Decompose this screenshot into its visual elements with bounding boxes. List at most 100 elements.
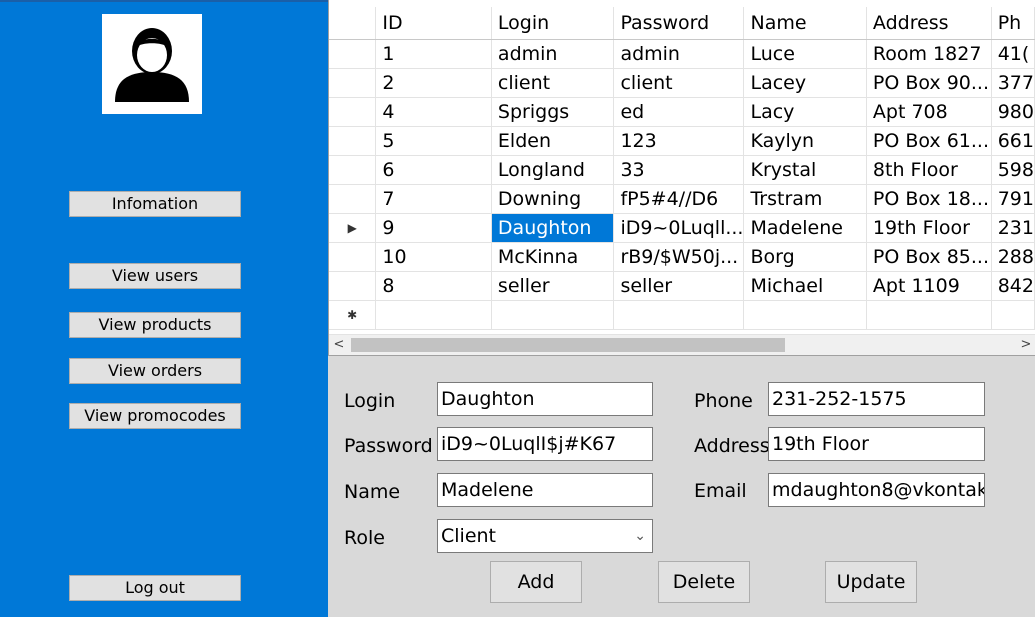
horizontal-scrollbar[interactable]: < >: [329, 334, 1035, 355]
delete-button[interactable]: Delete: [658, 561, 750, 603]
cell-address[interactable]: 8th Floor: [866, 155, 992, 185]
cell-phone[interactable]: 598: [991, 155, 1035, 185]
cell-login[interactable]: Longland: [491, 155, 615, 185]
table-row[interactable]: 2 client client Lacey PO Box 90... 377: [329, 68, 1035, 98]
row-header[interactable]: [329, 39, 377, 69]
cell-name[interactable]: Borg: [743, 242, 867, 272]
row-header[interactable]: [329, 271, 377, 301]
cell-name[interactable]: Lacey: [743, 68, 867, 98]
cell-address[interactable]: PO Box 85...: [866, 242, 992, 272]
cell-login[interactable]: Downing: [491, 184, 615, 214]
cell-login[interactable]: seller: [491, 271, 615, 301]
cell-password[interactable]: 33: [613, 155, 745, 185]
cell-password[interactable]: fP5#4//D6: [613, 184, 745, 214]
new-row-cell[interactable]: [743, 300, 867, 330]
view-products-button[interactable]: View products: [69, 312, 241, 338]
cell-password[interactable]: admin: [613, 39, 745, 69]
row-header[interactable]: ▶: [329, 213, 377, 243]
column-header-id[interactable]: ID: [375, 7, 492, 40]
column-header-login[interactable]: Login: [491, 7, 615, 40]
cell-address[interactable]: Apt 708: [866, 97, 992, 127]
table-row[interactable]: 1 admin admin Luce Room 1827 41(: [329, 39, 1035, 69]
cell-phone[interactable]: 791: [991, 184, 1035, 214]
scroll-left-icon[interactable]: <: [329, 335, 349, 355]
cell-phone[interactable]: 231: [991, 213, 1035, 243]
cell-name[interactable]: Kaylyn: [743, 126, 867, 156]
cell-name[interactable]: Madelene: [743, 213, 867, 243]
scroll-right-icon[interactable]: >: [1016, 335, 1035, 355]
address-field[interactable]: 19th Floor: [768, 427, 985, 461]
cell-id[interactable]: 9: [375, 213, 492, 243]
email-field[interactable]: mdaughton8@vkontakt: [768, 473, 985, 507]
row-header[interactable]: [329, 68, 377, 98]
cell-address[interactable]: Apt 1109: [866, 271, 992, 301]
row-header[interactable]: [329, 184, 377, 214]
cell-name[interactable]: Michael: [743, 271, 867, 301]
column-header-phone[interactable]: Ph: [991, 7, 1035, 40]
cell-phone[interactable]: 377: [991, 68, 1035, 98]
cell-phone[interactable]: 842: [991, 271, 1035, 301]
cell-name[interactable]: Krystal: [743, 155, 867, 185]
view-users-button[interactable]: View users: [69, 263, 241, 289]
cell-id[interactable]: 4: [375, 97, 492, 127]
new-row-marker-icon[interactable]: ✱: [329, 300, 377, 330]
table-row[interactable]: 6 Longland 33 Krystal 8th Floor 598: [329, 155, 1035, 185]
information-button[interactable]: Infomation: [69, 191, 241, 217]
cell-name[interactable]: Luce: [743, 39, 867, 69]
cell-login[interactable]: Elden: [491, 126, 615, 156]
cell-login[interactable]: Daughton: [491, 213, 615, 243]
column-header-address[interactable]: Address: [866, 7, 992, 40]
table-row[interactable]: 10 McKinna rB9/$W50j... Borg PO Box 85... 288: [329, 242, 1035, 272]
password-field[interactable]: iD9~0LuqlI$j#K67: [437, 427, 653, 461]
cell-password[interactable]: rB9/$W50j...: [613, 242, 745, 272]
cell-id[interactable]: 10: [375, 242, 492, 272]
update-button[interactable]: Update: [825, 561, 917, 603]
cell-login[interactable]: McKinna: [491, 242, 615, 272]
cell-name[interactable]: Lacy: [743, 97, 867, 127]
cell-phone[interactable]: 980: [991, 97, 1035, 127]
cell-login[interactable]: client: [491, 68, 615, 98]
cell-id[interactable]: 1: [375, 39, 492, 69]
new-row-cell[interactable]: [991, 300, 1035, 330]
cell-login[interactable]: admin: [491, 39, 615, 69]
name-field[interactable]: Madelene: [437, 473, 653, 507]
cell-id[interactable]: 5: [375, 126, 492, 156]
cell-address[interactable]: PO Box 61...: [866, 126, 992, 156]
cell-phone[interactable]: 288: [991, 242, 1035, 272]
cell-id[interactable]: 6: [375, 155, 492, 185]
cell-address[interactable]: 19th Floor: [866, 213, 992, 243]
view-promocodes-button[interactable]: View promocodes: [69, 403, 241, 429]
table-row[interactable]: 4 Spriggs ed Lacy Apt 708 980: [329, 97, 1035, 127]
cell-password[interactable]: ed: [613, 97, 745, 127]
cell-address[interactable]: PO Box 18...: [866, 184, 992, 214]
cell-name[interactable]: Trstram: [743, 184, 867, 214]
view-orders-button[interactable]: View orders: [69, 358, 241, 384]
cell-login[interactable]: Spriggs: [491, 97, 615, 127]
new-row[interactable]: ✱: [329, 300, 1035, 330]
cell-phone[interactable]: 661: [991, 126, 1035, 156]
role-select[interactable]: Client ⌄: [437, 519, 653, 553]
new-row-cell[interactable]: [375, 300, 492, 330]
table-row[interactable]: 5 Elden 123 Kaylyn PO Box 61... 661: [329, 126, 1035, 156]
table-row[interactable]: ▶ 9 Daughton iD9~0Luqll... Madelene 19th Floo…: [329, 213, 1035, 243]
log-out-button[interactable]: Log out: [69, 575, 241, 601]
cell-address[interactable]: Room 1827: [866, 39, 992, 69]
chevron-down-icon[interactable]: ⌄: [634, 520, 646, 552]
add-button[interactable]: Add: [490, 561, 582, 603]
table-row[interactable]: 8 seller seller Michael Apt 1109 842: [329, 271, 1035, 301]
scrollbar-thumb[interactable]: [351, 338, 785, 352]
phone-field[interactable]: 231-252-1575: [768, 382, 985, 416]
row-header[interactable]: [329, 155, 377, 185]
cell-id[interactable]: 2: [375, 68, 492, 98]
table-row[interactable]: 7 Downing fP5#4//D6 Trstram PO Box 18... 791: [329, 184, 1035, 214]
new-row-cell[interactable]: [866, 300, 992, 330]
new-row-cell[interactable]: [613, 300, 745, 330]
row-header-corner[interactable]: [329, 7, 377, 40]
row-header[interactable]: [329, 126, 377, 156]
cell-password[interactable]: iD9~0Luqll...: [613, 213, 745, 243]
cell-phone[interactable]: 41(: [991, 39, 1035, 69]
cell-id[interactable]: 7: [375, 184, 492, 214]
new-row-cell[interactable]: [491, 300, 615, 330]
cell-password[interactable]: client: [613, 68, 745, 98]
row-header[interactable]: [329, 242, 377, 272]
